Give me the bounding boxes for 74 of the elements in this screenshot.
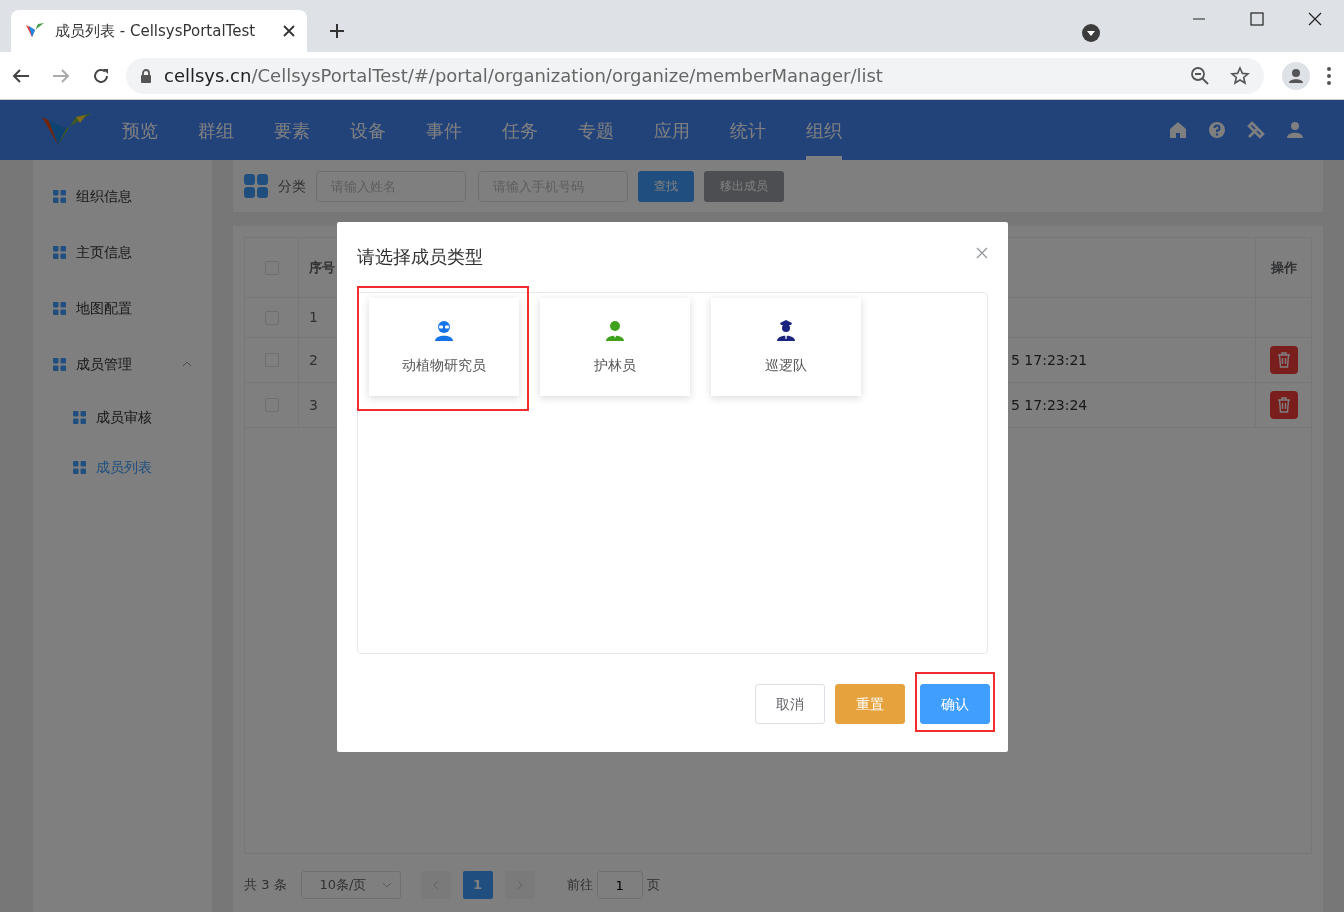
- member-type-card[interactable]: 护林员: [540, 298, 690, 396]
- star-icon[interactable]: [1230, 65, 1250, 86]
- grid-icon: [73, 460, 86, 474]
- nav-tab[interactable]: 群组: [198, 100, 234, 160]
- nav-tab[interactable]: 预览: [122, 100, 158, 160]
- search-button[interactable]: 查找: [638, 170, 694, 202]
- zoom-out-icon[interactable]: [1190, 65, 1210, 86]
- trash-icon: [1276, 352, 1291, 368]
- column-header: 序号: [309, 258, 335, 277]
- back-icon[interactable]: [12, 66, 30, 85]
- sidebar-item[interactable]: 组织信息: [33, 168, 212, 224]
- close-icon[interactable]: [283, 25, 295, 37]
- sidebar-item[interactable]: 地图配置: [33, 280, 212, 336]
- reload-icon[interactable]: [92, 66, 110, 85]
- table-cell-text: 1: [309, 308, 318, 327]
- table-cell-text: 2: [309, 350, 318, 370]
- table-cell-text: 5 17:23:24: [1011, 395, 1088, 415]
- grid-icon: [244, 174, 268, 198]
- table-cell-text: 5 17:23:21: [1011, 350, 1088, 370]
- member-type-card[interactable]: 动植物研究员: [369, 298, 519, 396]
- grid-icon: [53, 301, 66, 315]
- nav-tab[interactable]: 统计: [730, 100, 766, 160]
- chevron-right-icon: [516, 880, 523, 890]
- user-icon[interactable]: [1286, 121, 1304, 139]
- confirm-button[interactable]: 确认: [920, 684, 990, 724]
- reset-button[interactable]: 重置: [835, 684, 905, 724]
- chevron-up-icon[interactable]: [182, 361, 192, 367]
- dialog-title: 请选择成员类型: [357, 245, 483, 269]
- grid-icon: [53, 245, 66, 259]
- goto-label: 前往: [566, 876, 593, 895]
- home-icon[interactable]: [1169, 121, 1187, 139]
- nav-tab[interactable]: 任务: [502, 100, 538, 160]
- sidebar-item[interactable]: 主页信息: [33, 224, 212, 280]
- lock-icon: [140, 68, 152, 83]
- sidebar-item[interactable]: 成员管理: [33, 336, 212, 392]
- tab-title: 成员列表 - CellsysPortalTest: [55, 20, 257, 42]
- table-cell-text: 3: [309, 395, 318, 415]
- page-size-select[interactable]: 10条/页: [300, 871, 401, 899]
- grid-icon: [53, 189, 66, 203]
- category-label: 分类: [278, 176, 306, 196]
- page-number-field[interactable]: 1: [596, 871, 643, 899]
- sidebar-item[interactable]: 成员列表: [33, 442, 212, 492]
- url-text: cellsys.cn/CellsysPortalTest/#/portal/organization/organize/memberManager/list: [164, 64, 884, 88]
- address-bar[interactable]: cellsys.cn/CellsysPortalTest/#/portal/organization/organize/memberManager/list: [126, 57, 1264, 94]
- grid-icon: [53, 357, 66, 371]
- nav-tab[interactable]: 设备: [350, 100, 386, 160]
- nav-tab[interactable]: 应用: [654, 100, 690, 160]
- page-button[interactable]: 1: [462, 871, 493, 899]
- forward-icon[interactable]: [52, 66, 70, 85]
- nav-tab[interactable]: 专题: [578, 100, 614, 160]
- browser-tab[interactable]: 成员列表 - CellsysPortalTest: [11, 10, 307, 52]
- grid-icon: [73, 410, 86, 424]
- dropdown-icon[interactable]: [1082, 24, 1100, 42]
- nav-tab[interactable]: 要素: [274, 100, 310, 160]
- caret-icon: [381, 882, 392, 888]
- menu-icon[interactable]: [1326, 65, 1332, 86]
- profile-icon[interactable]: [1282, 61, 1310, 90]
- close-icon: [976, 247, 988, 259]
- tools-icon[interactable]: [1247, 121, 1265, 139]
- sidebar-item[interactable]: 成员审核: [33, 392, 212, 442]
- new-tab-icon[interactable]: [329, 23, 345, 39]
- page-unit-label: 页: [646, 876, 660, 895]
- cancel-button[interactable]: 取消: [755, 684, 825, 724]
- close-icon[interactable]: [1308, 12, 1322, 26]
- chevron-left-icon: [432, 880, 439, 890]
- nav-tab[interactable]: 事件: [426, 100, 462, 160]
- maximize-icon[interactable]: [1250, 12, 1264, 26]
- delete-button[interactable]: [1269, 346, 1298, 374]
- total-count: 共 3 条: [244, 876, 287, 895]
- column-header: 操作: [1270, 258, 1297, 277]
- member-type-card[interactable]: 巡逻队: [711, 298, 861, 396]
- help-icon[interactable]: [1208, 121, 1226, 139]
- trash-icon: [1276, 397, 1291, 413]
- delete-button[interactable]: [1269, 391, 1298, 419]
